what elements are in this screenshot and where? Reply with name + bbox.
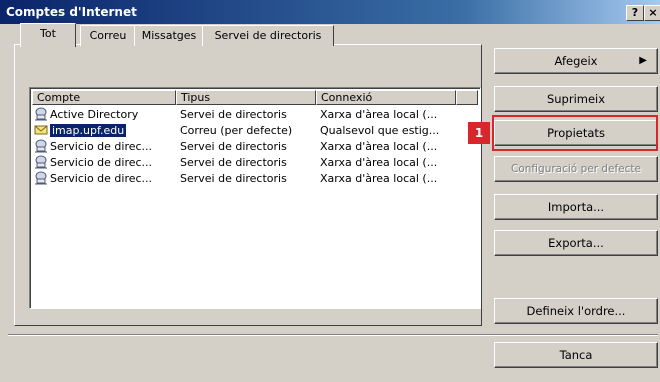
title-bar: Comptes d'Internet ? × [0,0,660,24]
connection-cell: Xarxa d'àrea local (... [320,156,438,169]
tab-label: Correu [89,29,127,42]
column-header-filler [456,90,478,105]
separator [8,334,658,336]
connection-cell: Xarxa d'àrea local (... [320,108,438,121]
tab-servei-directoris[interactable]: Servei de directoris [202,25,334,46]
tab-correu[interactable]: Correu [80,25,136,46]
submenu-arrow-icon: ▶ [639,55,647,66]
account-name-cell: Servicio de direc... [50,140,153,153]
set-default-button[interactable]: Configuració per defecte [494,156,658,182]
step-badge: 1 [468,122,490,144]
account-type-cell: Servei de directoris [180,156,287,169]
accounts-list[interactable]: Compte Tipus Connexió Active Directory Se… [29,87,481,309]
directory-icon [34,139,48,153]
directory-icon [34,107,48,121]
window-title: Comptes d'Internet [6,5,137,19]
account-name-cell: Servicio de direc... [50,156,153,169]
account-name-cell: Servicio de direc... [50,172,153,185]
mail-account-icon [34,123,48,137]
close-window-button[interactable]: × [644,5,660,21]
tab-label: Tot [40,27,56,40]
tab-label: Missatges [141,29,197,42]
directory-icon [34,171,48,185]
connection-cell: Xarxa d'àrea local (... [320,172,438,185]
account-name-cell: Active Directory [50,108,139,121]
account-name-cell: imap.upf.edu [48,123,128,138]
column-header-compte[interactable]: Compte [32,90,176,105]
column-header-connexio[interactable]: Connexió [316,90,456,105]
annotation-highlight [492,115,658,151]
tab-tot[interactable]: Tot [20,23,76,47]
import-button[interactable]: Importa... [494,194,658,220]
add-button-label: Afegeix [554,54,598,68]
directory-icon [34,155,48,169]
export-button[interactable]: Exporta... [494,230,658,256]
connection-cell: Qualsevol que estig... [320,124,440,137]
tab-missatges[interactable]: Missatges [134,25,204,46]
close-button[interactable]: Tanca [494,342,658,368]
account-type-cell: Correu (per defecte) [180,124,293,137]
connection-cell: Xarxa d'àrea local (... [320,140,438,153]
set-order-button[interactable]: Defineix l'ordre... [494,298,658,324]
table-row[interactable]: Servicio de direc... Servei de directoris… [32,170,472,188]
account-type-cell: Servei de directoris [180,108,287,121]
account-type-cell: Servei de directoris [180,140,287,153]
account-type-cell: Servei de directoris [180,172,287,185]
help-button[interactable]: ? [626,5,644,21]
remove-button[interactable]: Suprimeix [494,86,658,112]
add-button[interactable]: Afegeix ▶ [494,48,658,74]
column-header-tipus[interactable]: Tipus [176,90,316,105]
tab-label: Servei de directoris [214,29,322,42]
